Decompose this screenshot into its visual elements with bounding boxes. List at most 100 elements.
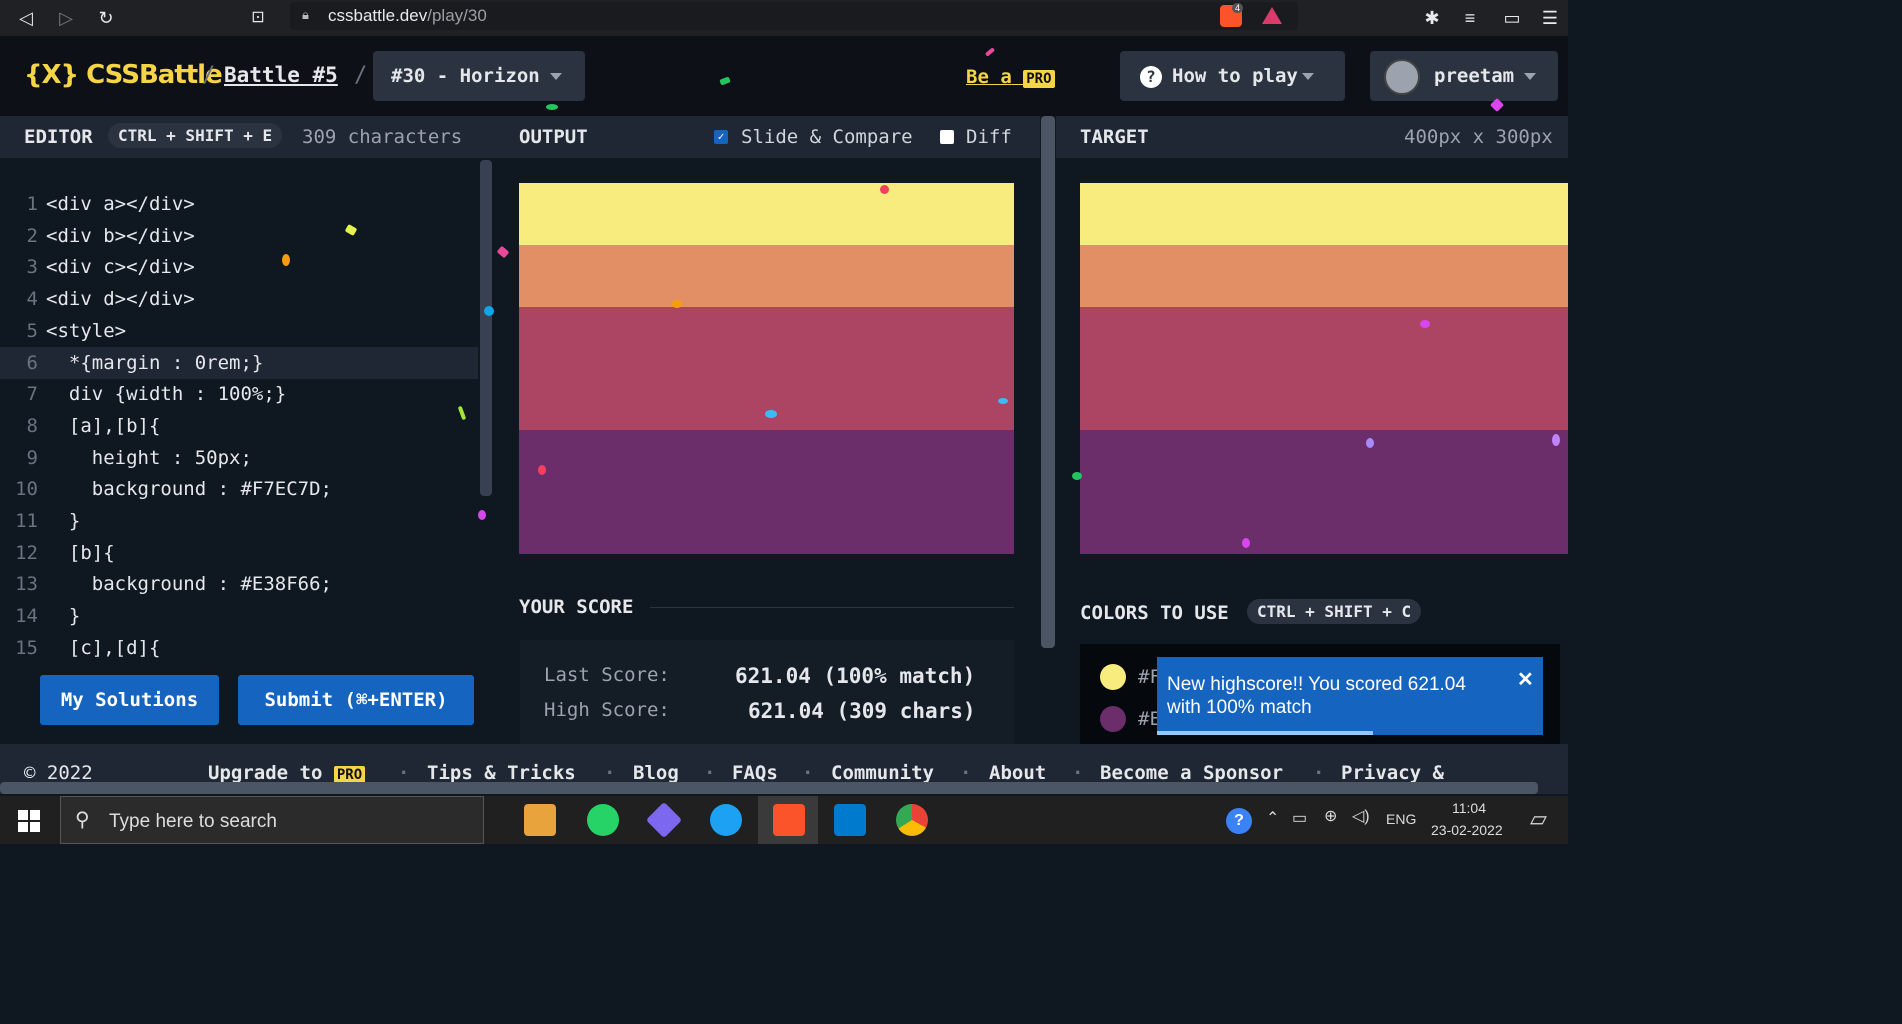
close-icon[interactable]: ✕ — [1517, 667, 1534, 692]
code-editor[interactable]: 1 <div a></div> 2 <div b></div> 3 <div c></di… — [0, 158, 494, 668]
forward-icon[interactable]: ▷ — [54, 6, 78, 30]
code-line[interactable]: 12 [b]{ — [0, 537, 478, 569]
toast-progress-bar — [1157, 731, 1374, 735]
code-text: <div d></div> — [46, 288, 195, 311]
code-text: <style> — [46, 319, 127, 342]
url-text: cssbattle.dev/play/30 — [328, 6, 487, 25]
playlist-icon[interactable]: ≡ — [1458, 6, 1482, 30]
search-placeholder: Type here to search — [109, 811, 277, 832]
code-text: [c],[d]{ — [46, 636, 161, 659]
network-icon[interactable]: ⊕ — [1324, 806, 1337, 826]
code-line[interactable]: 5 <style> — [0, 315, 478, 347]
footer-link-community[interactable]: Community — [831, 762, 934, 784]
challenge-dropdown[interactable]: #30 - Horizon — [373, 51, 585, 101]
slide-compare-checkbox[interactable]: ✓ — [714, 130, 728, 144]
confetti-piece — [1366, 438, 1374, 448]
extensions-icon[interactable]: ✱ — [1420, 6, 1444, 30]
code-line[interactable]: 9 height : 50px; — [0, 442, 478, 474]
edge-icon[interactable] — [710, 804, 742, 836]
submit-button[interactable]: Submit (⌘+ENTER) — [238, 675, 474, 725]
code-line[interactable]: 8 [a],[b]{ — [0, 410, 478, 442]
code-text: <div c></div> — [46, 256, 195, 279]
code-line[interactable]: 3 <div c></div> — [0, 251, 478, 283]
confetti-piece — [1420, 320, 1430, 328]
code-text: background : #F7EC7D; — [46, 478, 332, 501]
chrome-icon[interactable] — [896, 804, 928, 836]
brave-rewards-icon[interactable] — [1262, 7, 1282, 24]
colors-shortcut-badge: CTRL + SHIFT + C — [1247, 599, 1422, 624]
back-icon[interactable]: ◁ — [14, 6, 38, 30]
confetti-piece — [538, 465, 546, 475]
git-icon[interactable] — [645, 801, 683, 839]
score-box: Last Score: 621.04 (100% match) High Sco… — [520, 640, 1014, 744]
windows-start-icon[interactable] — [18, 810, 40, 832]
volume-icon[interactable]: ◁) — [1352, 806, 1370, 826]
bookmark-icon[interactable]: ⊡ — [246, 6, 270, 30]
code-line[interactable]: 14 } — [0, 600, 478, 632]
language-indicator[interactable]: ENG — [1386, 811, 1416, 827]
code-line[interactable]: 10 background : #F7EC7D; — [0, 473, 478, 505]
code-line[interactable]: 2 <div b></div> — [0, 220, 478, 252]
reload-icon[interactable]: ↻ — [94, 6, 118, 30]
clock-date[interactable]: 23-02-2022 — [1431, 822, 1503, 838]
character-count: 309 characters — [302, 126, 463, 148]
wallet-icon[interactable]: ▭ — [1500, 6, 1524, 30]
high-score-label: High Score: — [544, 699, 670, 721]
clock-time[interactable]: 11:04 — [1452, 800, 1486, 816]
code-line[interactable]: 11 } — [0, 505, 478, 537]
my-solutions-button[interactable]: My Solutions — [40, 675, 219, 725]
code-line[interactable]: 6 *{margin : 0rem;} — [0, 346, 478, 379]
code-text: <div b></div> — [46, 224, 195, 247]
footer-link-tips[interactable]: Tips & Tricks — [427, 762, 576, 784]
upgrade-link[interactable]: Upgrade to PRO — [208, 762, 366, 784]
code-line[interactable]: 13 background : #E38F66; — [0, 568, 478, 600]
footer-link-privacy[interactable]: Privacy & — [1341, 762, 1444, 784]
address-bar[interactable]: 🔒︎ cssbattle.dev/play/30 4 — [290, 2, 1298, 30]
vscode-icon[interactable] — [834, 804, 866, 836]
code-line[interactable]: 15 [c],[d]{ — [0, 632, 478, 664]
chevron-up-icon[interactable]: ⌃ — [1266, 808, 1279, 828]
color-swatch-yellow[interactable] — [1100, 664, 1126, 690]
target-title: TARGET — [1080, 126, 1149, 148]
editor-scrollbar[interactable] — [480, 160, 492, 496]
output-header: OUTPUT ✓ Slide & Compare Diff — [494, 116, 1040, 158]
line-number: 14 — [15, 605, 38, 628]
target-preview[interactable] — [1080, 183, 1568, 554]
user-menu[interactable]: preetam — [1370, 51, 1558, 101]
footer-link-about[interactable]: About — [989, 762, 1046, 784]
footer-link-blog[interactable]: Blog — [633, 762, 679, 784]
taskbar-search[interactable]: ⚲ Type here to search — [60, 796, 484, 844]
footer-link-faqs[interactable]: FAQs — [732, 762, 778, 784]
notifications-icon[interactable]: ▱ — [1530, 806, 1547, 832]
code-line[interactable]: 7 div {width : 100%;} — [0, 378, 478, 410]
output-band-orange — [519, 245, 1014, 307]
battery-icon[interactable]: ▭ — [1292, 808, 1307, 828]
code-line[interactable]: 4 <div d></div> — [0, 283, 478, 315]
file-explorer-icon[interactable] — [524, 804, 556, 836]
color-swatch-purple[interactable] — [1100, 706, 1126, 732]
footer-link-sponsor[interactable]: Become a Sponsor — [1100, 762, 1283, 784]
menu-icon[interactable]: ☰ — [1538, 6, 1562, 30]
be-pro-link[interactable]: Be a PRO — [966, 66, 1055, 88]
line-number: 3 — [26, 256, 38, 279]
whatsapp-icon[interactable] — [587, 804, 619, 836]
horizontal-scrollbar[interactable] — [0, 782, 1538, 794]
diff-label: Diff — [966, 126, 1012, 148]
confetti-piece — [1242, 538, 1250, 548]
brave-icon[interactable] — [773, 804, 805, 836]
diff-checkbox[interactable] — [940, 130, 954, 144]
code-text: [a],[b]{ — [46, 414, 161, 437]
confetti-piece — [998, 398, 1008, 404]
slide-compare-label: Slide & Compare — [741, 126, 913, 148]
chevron-down-icon — [1301, 73, 1314, 80]
how-to-play-button[interactable]: ? How to play — [1120, 51, 1345, 101]
confetti-piece — [765, 410, 777, 418]
output-scrollbar[interactable] — [1041, 116, 1055, 648]
output-preview[interactable] — [519, 183, 1014, 554]
battle-link[interactable]: Battle #5 — [224, 63, 338, 87]
code-line[interactable]: 1 <div a></div> — [0, 188, 478, 220]
colors-to-use-heading: COLORS TO USE — [1080, 602, 1229, 624]
cssbattle-logo[interactable]: {X} CSSBattle — [24, 60, 223, 90]
help-tray-icon[interactable]: ? — [1226, 808, 1252, 834]
target-header: TARGET 400px x 300px — [1056, 116, 1568, 158]
